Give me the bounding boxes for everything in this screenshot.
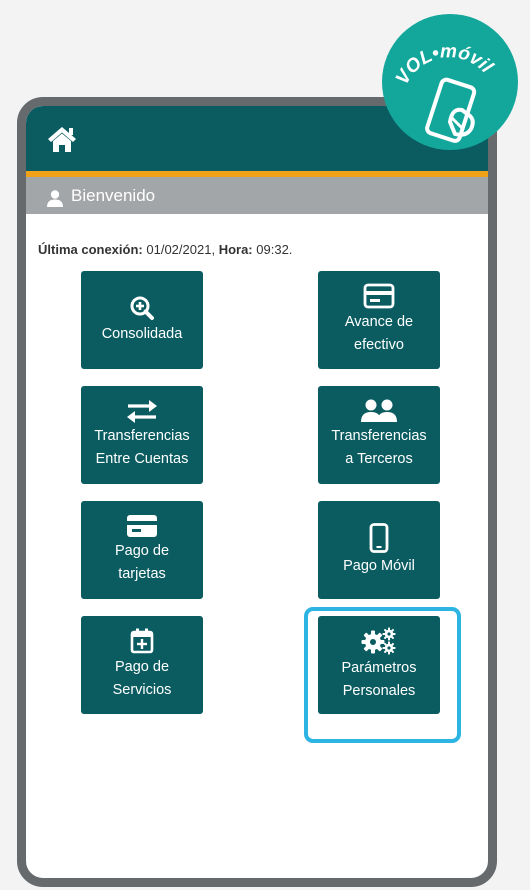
tile-label-2: efectivo: [354, 337, 404, 353]
time-label: Hora:: [218, 242, 253, 257]
badge-brand: VOL: [392, 45, 436, 88]
tile-label: Avance de: [344, 314, 414, 330]
calendar-plus-icon: [130, 628, 154, 654]
tile-label: Consolidada: [101, 325, 183, 342]
tile-consolidada[interactable]: Consolidada: [81, 271, 203, 369]
badge-graphic: VOL•móvil: [392, 41, 497, 143]
tile-label-2: Entre Cuentas: [95, 451, 189, 467]
tile-label: Pago Móvil: [343, 557, 415, 574]
tile-label: Transferencias: [94, 428, 190, 444]
vol-movil-badge: VOL•móvil: [382, 14, 518, 150]
welcome-bar: Bienvenido: [26, 177, 488, 214]
tile-label: Pago de: [114, 543, 170, 559]
last-connection-time: 09:32.: [256, 242, 293, 257]
highlight-box: [304, 607, 461, 743]
credit-card-icon: [127, 515, 157, 537]
tile-pago-movil[interactable]: Pago Móvil: [318, 501, 440, 599]
tile-pago-tarjetas[interactable]: Pago de tarjetas: [81, 501, 203, 599]
credit-card-icon: [363, 283, 395, 309]
zoom-in-icon: [130, 296, 154, 320]
mobile-phone-icon: [369, 522, 389, 553]
home-icon[interactable]: [46, 124, 78, 154]
tile-label-2: a Terceros: [345, 451, 413, 467]
welcome-text: Bienvenido: [71, 185, 156, 205]
tile-label: Transferencias: [331, 428, 427, 444]
tile-pago-servicios[interactable]: Pago de Servicios: [81, 616, 203, 714]
last-connection-date: 01/02/2021: [146, 242, 212, 257]
user-icon: [47, 189, 63, 207]
phone-frame: Bienvenido Última conexión: 01/02/2021, …: [17, 97, 497, 887]
tile-transferencias-entre-cuentas[interactable]: Transferencias Entre Cuentas: [81, 386, 203, 484]
arrows-exchange-icon: [127, 400, 157, 423]
tile-transferencias-terceros[interactable]: Transferencias a Terceros: [318, 386, 440, 484]
tile-label: Pago de: [114, 659, 170, 675]
badge-product: móvil: [440, 41, 497, 78]
last-connection: Última conexión: 01/02/2021, Hora: 09:32…: [38, 242, 293, 257]
tile-label-2: Servicios: [112, 682, 172, 698]
tile-avance-efectivo[interactable]: Avance de efectivo: [318, 271, 440, 369]
tile-label-2: tarjetas: [118, 566, 166, 582]
users-icon: [361, 399, 397, 422]
last-connection-label: Última conexión:: [38, 242, 143, 257]
